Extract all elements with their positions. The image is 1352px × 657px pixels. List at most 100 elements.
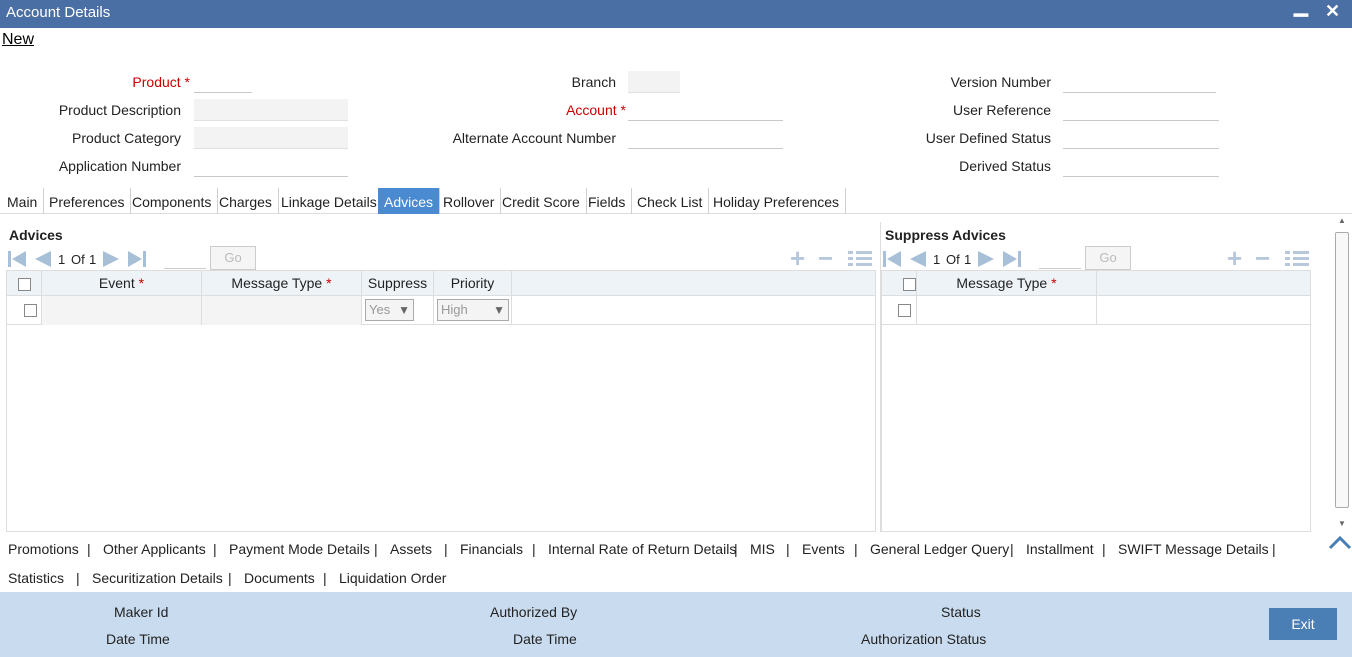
suppress-advices-grid: Message Type * xyxy=(881,270,1311,532)
next-page-icon[interactable] xyxy=(976,249,998,269)
link-statistics[interactable]: Statistics xyxy=(8,570,64,586)
link-securitization-details[interactable]: Securitization Details xyxy=(92,570,223,586)
link-other-applicants[interactable]: Other Applicants xyxy=(103,541,206,557)
version-number-label: Version Number xyxy=(950,74,1051,90)
link-assets[interactable]: Assets xyxy=(390,541,432,557)
suppress-go-button[interactable]: Go xyxy=(1085,246,1131,270)
prev-page-icon[interactable] xyxy=(31,249,53,269)
row-checkbox[interactable] xyxy=(898,304,911,317)
window-titlebar: Account Details xyxy=(0,0,1352,28)
derived-status-label: Derived Status xyxy=(959,158,1051,174)
select-all-checkbox[interactable] xyxy=(903,278,916,291)
product-input[interactable] xyxy=(194,71,252,93)
link-promotions[interactable]: Promotions xyxy=(8,541,79,557)
version-number-field xyxy=(1063,71,1216,93)
tab-rollover[interactable]: Rollover xyxy=(437,188,502,214)
link-documents[interactable]: Documents xyxy=(244,570,315,586)
new-menu-link[interactable]: New xyxy=(2,31,34,49)
link-general-ledger-query[interactable]: General Ledger Query xyxy=(870,541,1009,557)
table-row xyxy=(882,296,1310,325)
user-defined-status-input[interactable] xyxy=(1063,127,1219,149)
prev-page-icon[interactable] xyxy=(906,249,928,269)
advices-of-label: Of xyxy=(71,252,85,267)
advices-go-button[interactable]: Go xyxy=(210,246,256,270)
product-label: Product * xyxy=(132,74,190,90)
first-page-icon[interactable] xyxy=(6,249,28,269)
first-page-icon[interactable] xyxy=(881,249,903,269)
collapse-up-icon[interactable] xyxy=(1328,534,1352,550)
scrollbar-thumb[interactable] xyxy=(1335,232,1349,508)
account-label: Account * xyxy=(566,102,626,118)
product-description-label: Product Description xyxy=(58,102,181,118)
derived-status-field xyxy=(1063,155,1219,177)
last-page-icon[interactable] xyxy=(1001,249,1023,269)
suppress-select[interactable]: Yes ▼ xyxy=(365,299,414,321)
row-checkbox[interactable] xyxy=(24,304,37,317)
link-internal-rate-of-return[interactable]: Internal Rate of Return Details xyxy=(548,541,736,557)
advices-goto-input[interactable] xyxy=(164,249,206,269)
event-cell xyxy=(42,296,202,325)
tab-fields[interactable]: Fields xyxy=(582,188,633,214)
priority-select[interactable]: High ▼ xyxy=(437,299,509,321)
authorized-by-label: Authorized By xyxy=(490,604,578,620)
alternate-account-label: Alternate Account Number xyxy=(452,130,616,146)
audit-bar: Maker Id Date Time Authorized By Date Ti… xyxy=(0,592,1352,657)
add-row-icon[interactable]: + xyxy=(1227,245,1242,271)
link-payment-mode-details[interactable]: Payment Mode Details xyxy=(229,541,370,557)
link-liquidation-order[interactable]: Liquidation Order xyxy=(339,570,446,586)
tab-check-list[interactable]: Check List xyxy=(631,188,710,214)
tab-main[interactable]: Main xyxy=(1,188,45,214)
vertical-scrollbar[interactable]: ▲ ▼ xyxy=(1335,214,1351,530)
scroll-up-icon[interactable]: ▲ xyxy=(1338,216,1346,225)
list-view-icon[interactable] xyxy=(848,249,872,269)
user-defined-status-label: User Defined Status xyxy=(925,130,1051,146)
tab-credit-score[interactable]: Credit Score xyxy=(496,188,587,214)
account-input[interactable] xyxy=(628,99,783,121)
window-title: Account Details xyxy=(6,4,111,21)
advices-current-page: 1 xyxy=(58,252,66,267)
maker-id-label: Maker Id xyxy=(114,604,169,620)
tab-preferences[interactable]: Preferences xyxy=(43,188,132,214)
product-description-field xyxy=(194,99,348,121)
suppress-goto-input[interactable] xyxy=(1039,249,1081,269)
branch-field xyxy=(628,71,680,93)
header-form: Product * Product Description Product Ca… xyxy=(0,56,1352,186)
alternate-account-input[interactable] xyxy=(628,127,783,149)
add-row-icon[interactable]: + xyxy=(790,245,805,271)
tab-bar: Main Preferences Components Charges Link… xyxy=(0,188,1352,214)
table-row: Yes ▼ High ▼ xyxy=(7,296,875,325)
message-type-cell xyxy=(202,296,362,325)
scroll-down-icon[interactable]: ▼ xyxy=(1338,519,1346,528)
delete-row-icon[interactable]: − xyxy=(1255,245,1270,271)
link-installment[interactable]: Installment xyxy=(1026,541,1094,557)
tab-advices[interactable]: Advices xyxy=(378,188,441,214)
tab-charges[interactable]: Charges xyxy=(213,188,279,214)
suppress-advices-pager: 1 Of 1 Go + − xyxy=(881,245,1313,272)
col-message-type: Message Type * xyxy=(917,271,1097,296)
link-mis[interactable]: MIS xyxy=(750,541,775,557)
minimize-icon[interactable]: ▁ xyxy=(1294,0,1308,17)
last-page-icon[interactable] xyxy=(126,249,148,269)
link-swift-message-details[interactable]: SWIFT Message Details xyxy=(1118,541,1269,557)
suppress-advices-panel: Suppress Advices 1 Of 1 Go + − Message T… xyxy=(880,222,1312,532)
col-message-type: Message Type * xyxy=(202,271,362,296)
delete-row-icon[interactable]: − xyxy=(818,245,833,271)
next-page-icon[interactable] xyxy=(101,249,123,269)
authorization-status-label: Authorization Status xyxy=(861,631,987,647)
link-financials[interactable]: Financials xyxy=(460,541,523,557)
exit-button[interactable]: Exit xyxy=(1269,608,1337,640)
close-icon[interactable]: ✕ xyxy=(1325,1,1340,22)
list-view-icon[interactable] xyxy=(1285,249,1309,269)
suppress-current-page: 1 xyxy=(933,252,941,267)
application-number-input[interactable] xyxy=(194,155,348,177)
status-label: Status xyxy=(941,604,981,620)
tab-components[interactable]: Components xyxy=(126,188,219,214)
select-all-checkbox[interactable] xyxy=(18,278,31,291)
suppress-grid-header: Message Type * xyxy=(882,271,1310,296)
suppress-total-pages: 1 xyxy=(964,252,972,267)
link-events[interactable]: Events xyxy=(802,541,845,557)
user-reference-label: User Reference xyxy=(952,102,1051,118)
tab-linkage-details[interactable]: Linkage Details xyxy=(275,188,384,214)
user-reference-input[interactable] xyxy=(1063,99,1219,121)
tab-holiday-preferences[interactable]: Holiday Preferences xyxy=(707,188,847,214)
